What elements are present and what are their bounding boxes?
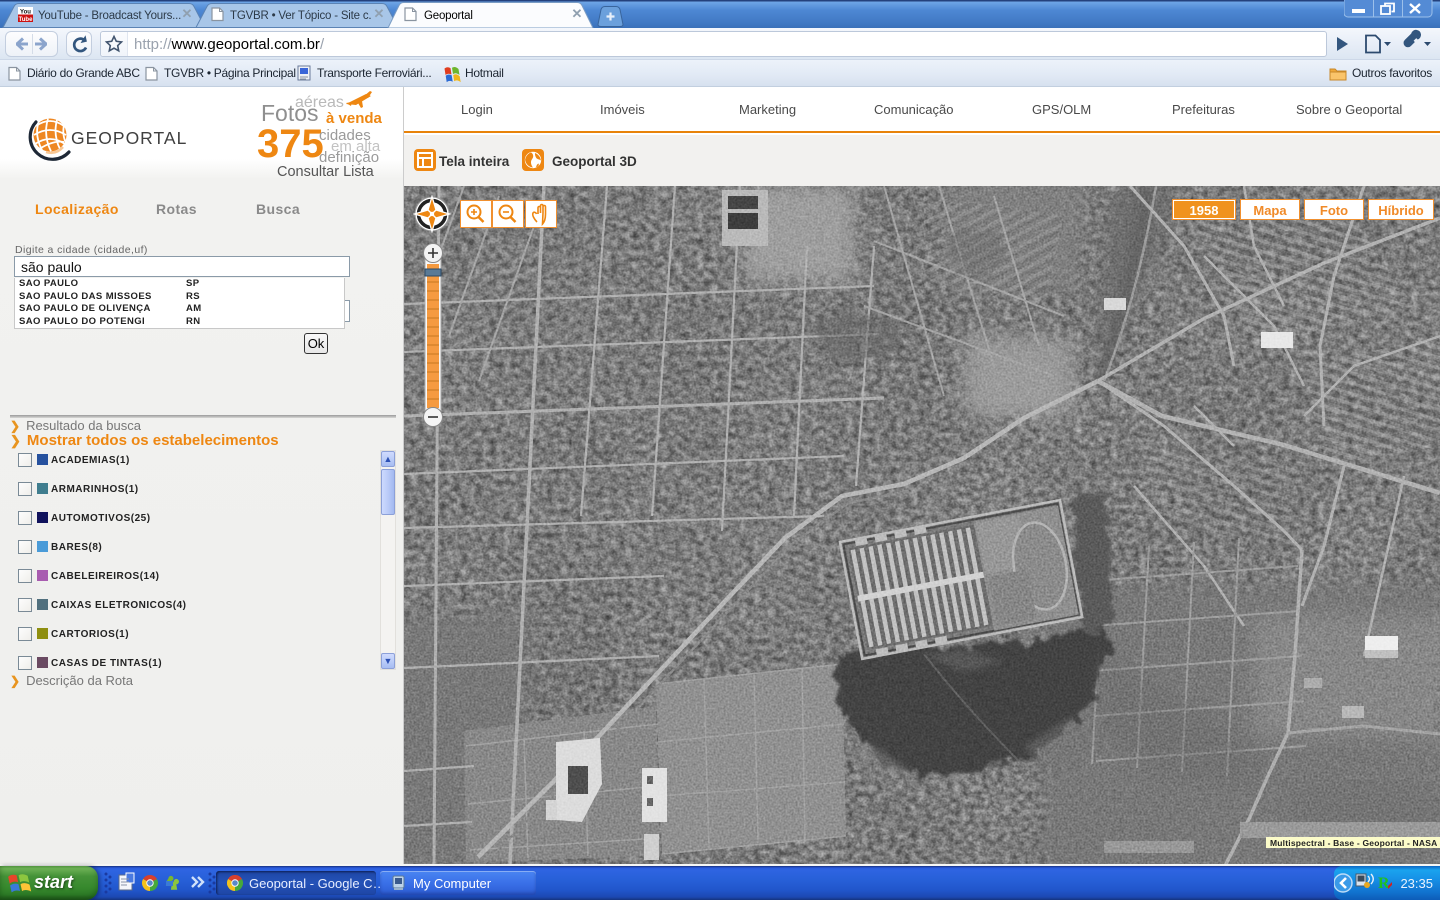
svg-text:Tube: Tube [19, 17, 34, 23]
svg-text:You: You [20, 10, 31, 16]
svg-text:R: R [1378, 875, 1390, 892]
svg-text:Multispectral - Base - Geoport: Multispectral - Base - Geoportal - NASA … [1270, 838, 1440, 848]
